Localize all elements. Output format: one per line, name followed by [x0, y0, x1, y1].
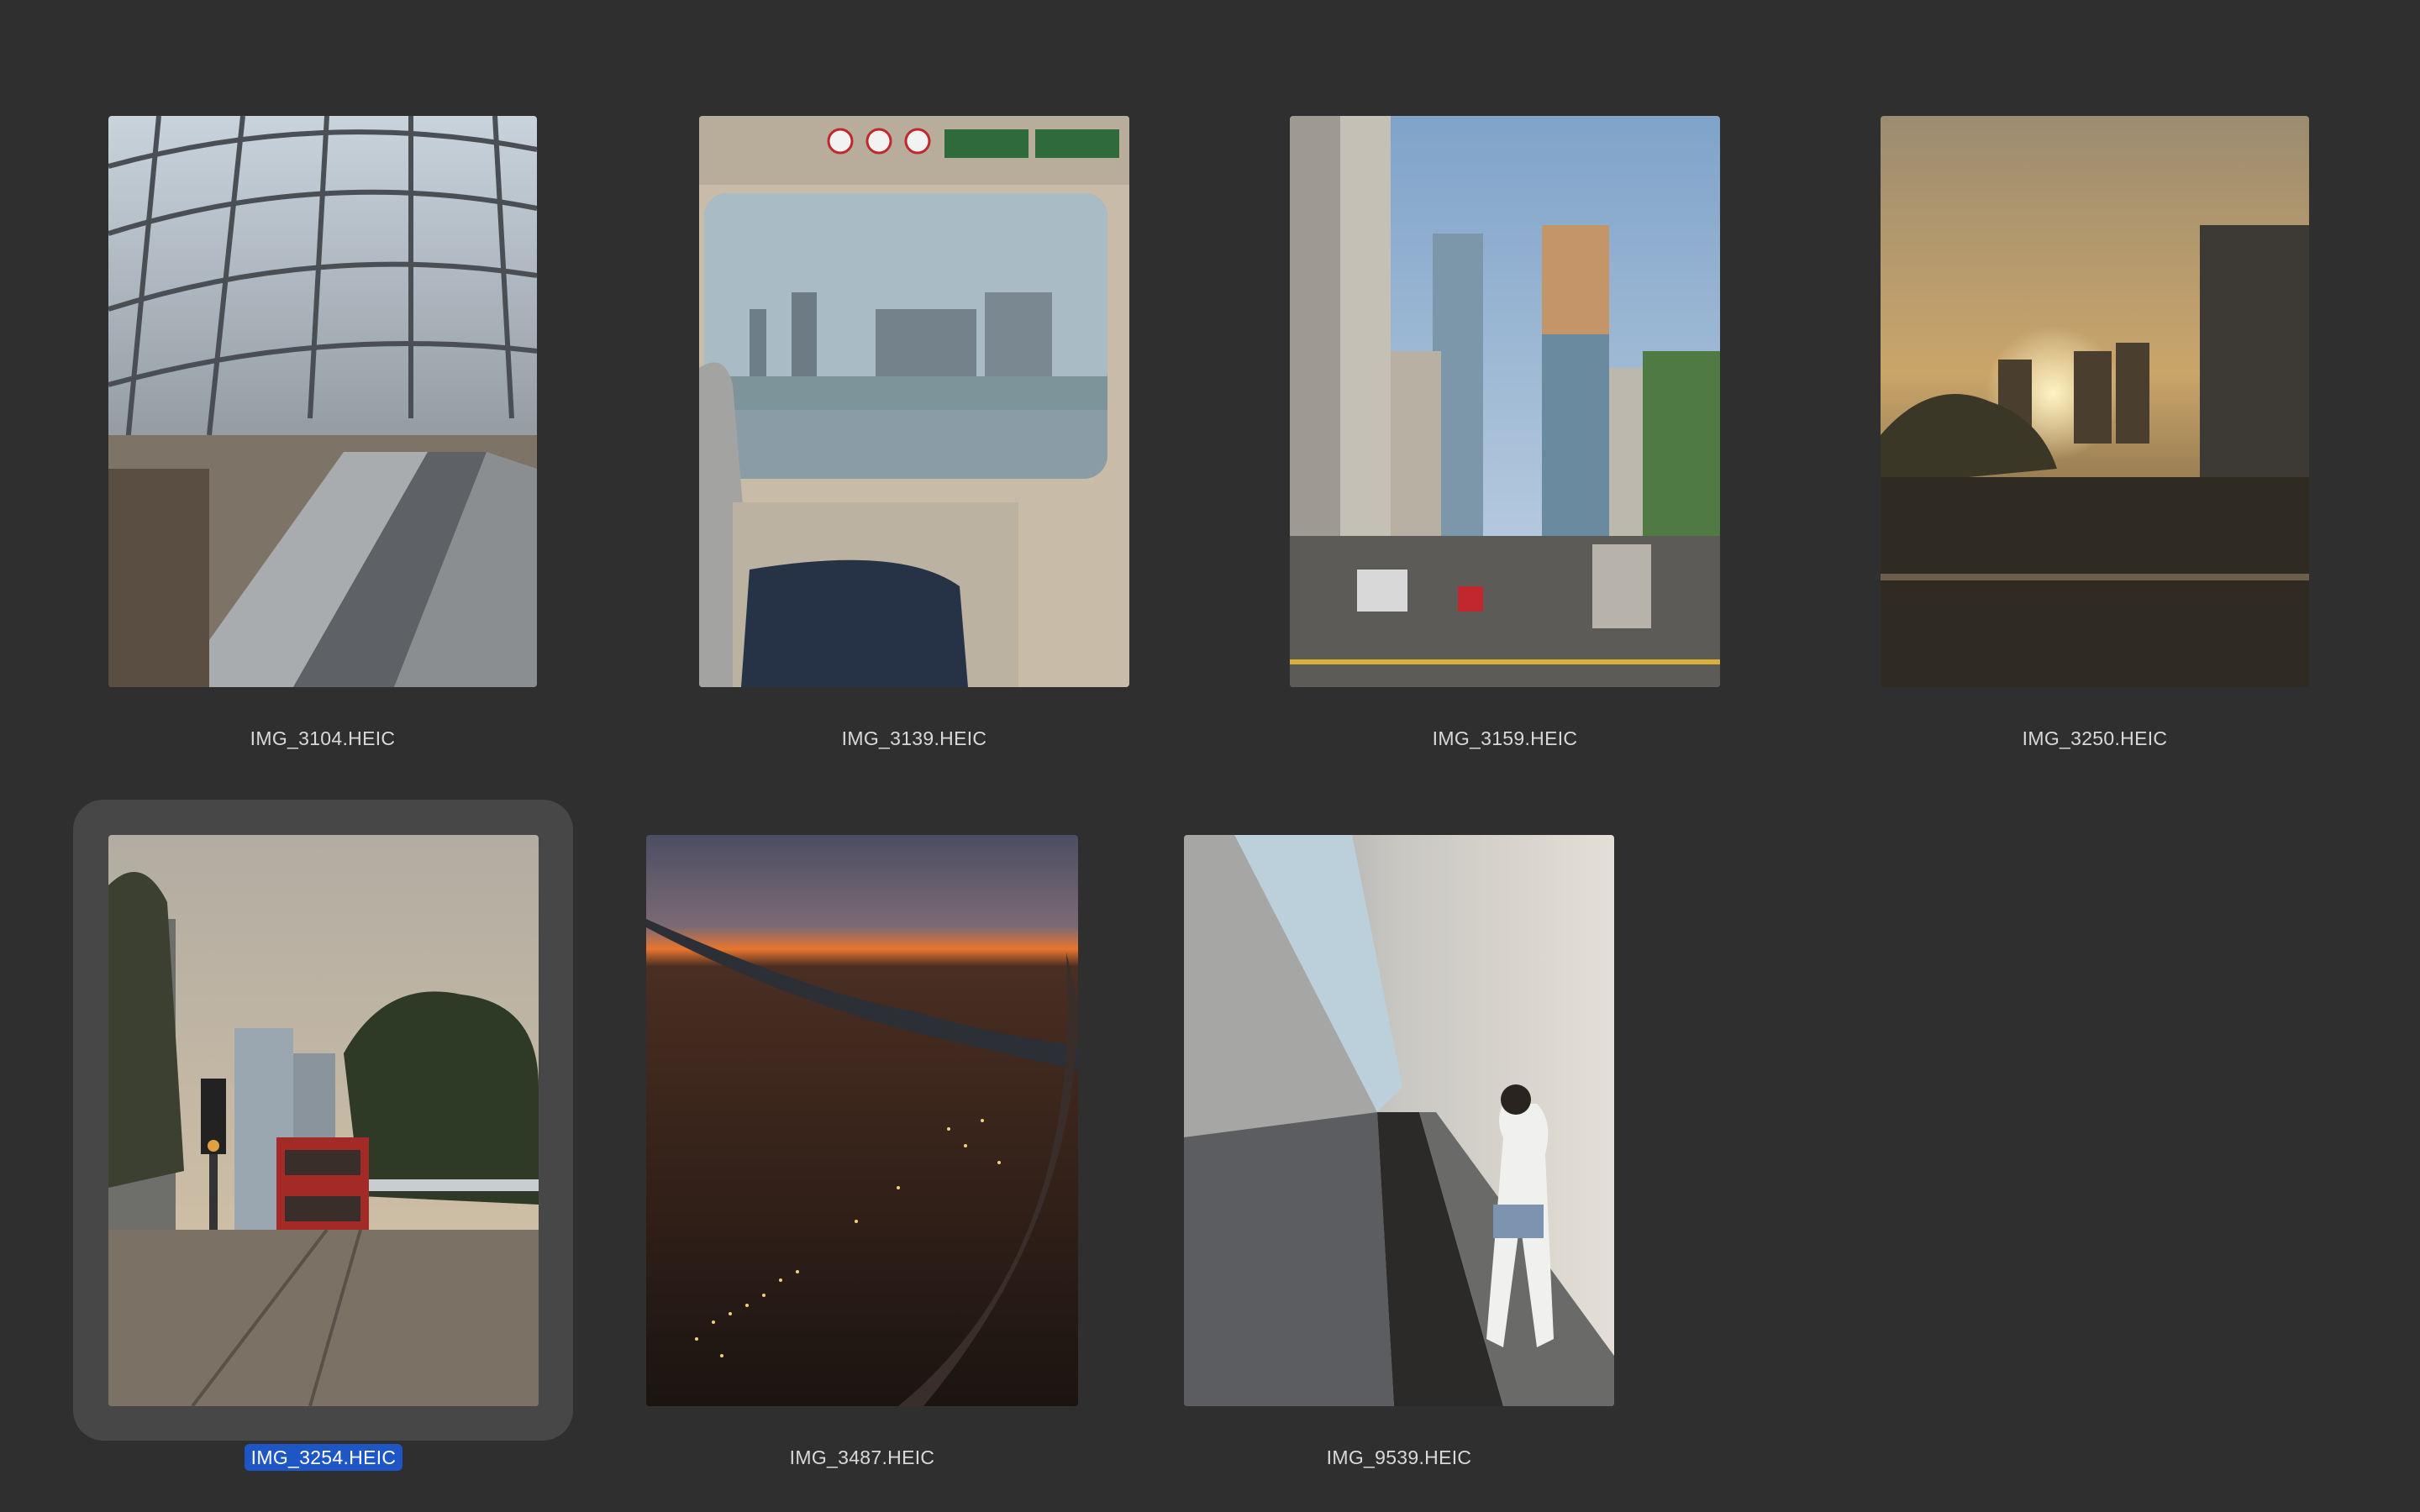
- file-name-label[interactable]: IMG_3159.HEIC: [1426, 725, 1585, 752]
- file-name-label[interactable]: IMG_3487.HEIC: [783, 1444, 942, 1471]
- photo-thumbnail-city-street[interactable]: [1290, 116, 1720, 687]
- file-name-label[interactable]: IMG_9539.HEIC: [1320, 1444, 1479, 1471]
- photo-thumbnail-station-escalators[interactable]: [108, 116, 537, 687]
- file-name-label[interactable]: IMG_3250.HEIC: [2016, 725, 2175, 752]
- file-name-label[interactable]: IMG_3254.HEIC: [244, 1444, 403, 1471]
- file-icon-grid: IMG_3104.HEIC IMG_3139.HEIC IMG_3159.HEI…: [0, 0, 2420, 1512]
- photo-thumbnail-tram-street[interactable]: [108, 835, 539, 1406]
- photo-thumbnail-sunset-skyline[interactable]: [1881, 116, 2309, 687]
- file-name-label[interactable]: IMG_3104.HEIC: [244, 725, 402, 752]
- photo-thumbnail-travelator[interactable]: [1184, 835, 1614, 1406]
- photo-thumbnail-train-window[interactable]: [699, 116, 1129, 687]
- file-name-label[interactable]: IMG_3139.HEIC: [835, 725, 994, 752]
- photo-thumbnail-airplane-wing[interactable]: [646, 835, 1078, 1406]
